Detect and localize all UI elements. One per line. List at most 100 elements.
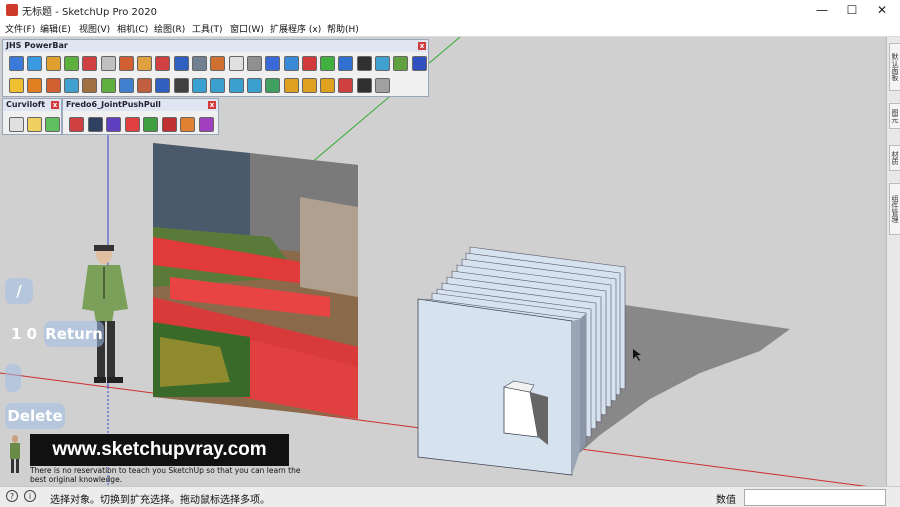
fredo-close-icon[interactable]: x xyxy=(208,101,216,109)
powerbar-tool-icon[interactable] xyxy=(27,78,43,93)
fredo-tool-icon[interactable] xyxy=(161,117,177,132)
menu-help[interactable]: 帮助(H) xyxy=(327,22,359,35)
fredo-jointpushpull-title: Fredo6_JointPushPull xyxy=(66,100,161,109)
powerbar-tool-icon[interactable] xyxy=(210,78,226,93)
window-title: 无标题 - SketchUp Pro 2020 xyxy=(22,7,157,18)
powerbar-tool-icon[interactable] xyxy=(192,56,207,71)
powerbar-tool-icon[interactable] xyxy=(63,78,79,93)
powerbar-tool-icon[interactable] xyxy=(228,78,244,93)
powerbar-tool-icon[interactable] xyxy=(118,56,134,71)
fin-stack[interactable] xyxy=(417,246,626,476)
powerbar-tool-icon[interactable] xyxy=(375,78,390,93)
menu-view[interactable]: 视图(V) xyxy=(79,22,110,35)
powerbar-tool-icon[interactable] xyxy=(338,56,354,71)
jhs-powerbar-close-icon[interactable]: x xyxy=(418,42,426,50)
curviloft-close-icon[interactable]: x xyxy=(51,101,59,109)
sketchup-logo-icon xyxy=(6,4,18,16)
tray-tab-components[interactable]: 组件管理 xyxy=(889,183,900,235)
fredo-tool-icon[interactable] xyxy=(124,117,140,132)
overlay-digits-key: 1 0 xyxy=(10,325,38,343)
tray-tab-default[interactable]: 默认面板 xyxy=(889,43,900,91)
menu-edit[interactable]: 编辑(E) xyxy=(40,22,71,35)
powerbar-tool-icon[interactable] xyxy=(173,78,189,93)
powerbar-tool-icon[interactable] xyxy=(137,56,153,71)
powerbar-tool-icon[interactable] xyxy=(137,78,153,93)
curviloft-path-icon[interactable] xyxy=(45,117,60,132)
powerbar-tool-icon[interactable] xyxy=(100,78,116,93)
powerbar-tool-icon[interactable] xyxy=(283,78,299,93)
default-tray: 默认面板 图元 材质 组件管理 xyxy=(886,37,900,486)
powerbar-tool-icon[interactable] xyxy=(301,56,317,71)
curviloft-loft-icon[interactable] xyxy=(9,117,24,132)
powerbar-tool-icon[interactable] xyxy=(356,56,372,71)
scale-figure xyxy=(10,435,20,473)
powerbar-tool-icon[interactable] xyxy=(210,56,226,71)
powerbar-tool-icon[interactable] xyxy=(393,56,409,71)
menu-window[interactable]: 窗口(W) xyxy=(230,22,264,35)
fredo-tool-icon[interactable] xyxy=(69,117,84,132)
tray-tab-materials[interactable]: 材质 xyxy=(889,145,900,171)
powerbar-tool-icon[interactable] xyxy=(155,78,171,93)
fredo-tool-icon[interactable] xyxy=(198,117,214,132)
powerbar-tool-icon[interactable] xyxy=(45,56,61,71)
help-icon[interactable]: ? xyxy=(6,490,18,502)
menu-extensions[interactable]: 扩展程序 (x) xyxy=(270,22,321,35)
powerbar-tool-icon[interactable] xyxy=(320,56,336,71)
powerbar-tool-icon[interactable] xyxy=(9,78,24,93)
fredo-tool-icon[interactable] xyxy=(180,117,195,132)
menu-draw[interactable]: 绘图(R) xyxy=(154,22,185,35)
menu-bar: 文件(F) 编辑(E) 视图(V) 相机(C) 绘图(R) 工具(T) 窗口(W… xyxy=(0,20,900,37)
fredo-tool-icon[interactable] xyxy=(143,117,158,132)
menu-file[interactable]: 文件(F) xyxy=(5,22,35,35)
powerbar-tool-icon[interactable] xyxy=(356,78,372,93)
banner-subtitle: There is no reservation to teach you Ske… xyxy=(30,466,301,484)
powerbar-tool-icon[interactable] xyxy=(155,56,171,71)
powerbar-tool-icon[interactable] xyxy=(246,78,262,93)
powerbar-tool-icon[interactable] xyxy=(265,78,281,93)
powerbar-tool-icon[interactable] xyxy=(82,56,98,71)
powerbar-tool-icon[interactable] xyxy=(283,56,299,71)
jhs-powerbar-toolbar[interactable]: JHS PowerBar x xyxy=(2,39,429,97)
human-figure[interactable] xyxy=(82,244,128,383)
fredo-tool-icon[interactable] xyxy=(87,117,103,132)
powerbar-tool-icon[interactable] xyxy=(45,78,61,93)
status-bar: ? i 选择对象。切换到扩充选择。拖动鼠标选择多项。 数值 xyxy=(0,486,900,507)
curviloft-skin-icon[interactable] xyxy=(27,117,42,132)
overlay-delete-key: Delete xyxy=(5,403,65,429)
title-bar: 无标题 - SketchUp Pro 2020 — ☐ ✕ xyxy=(0,0,900,20)
powerbar-tool-icon[interactable] xyxy=(246,56,262,71)
powerbar-tool-icon[interactable] xyxy=(265,56,281,71)
image-panel[interactable] xyxy=(153,143,358,419)
info-icon[interactable]: i xyxy=(24,490,36,502)
menu-camera[interactable]: 相机(C) xyxy=(117,22,148,35)
overlay-slash-key: / xyxy=(5,278,33,304)
maximize-button[interactable]: ☐ xyxy=(838,1,866,19)
powerbar-tool-icon[interactable] xyxy=(100,56,116,71)
powerbar-tool-icon[interactable] xyxy=(338,78,354,93)
measurements-input[interactable] xyxy=(744,489,886,506)
fredo-tool-icon[interactable] xyxy=(106,117,121,132)
powerbar-tool-icon[interactable] xyxy=(63,56,79,71)
powerbar-tool-icon[interactable] xyxy=(320,78,336,93)
powerbar-tool-icon[interactable] xyxy=(118,78,134,93)
menu-tools[interactable]: 工具(T) xyxy=(192,22,223,35)
powerbar-tool-icon[interactable] xyxy=(173,56,189,71)
powerbar-tool-icon[interactable] xyxy=(192,78,207,93)
powerbar-tool-icon[interactable] xyxy=(82,78,98,93)
powerbar-tool-icon[interactable] xyxy=(27,56,43,71)
powerbar-tool-icon[interactable] xyxy=(301,78,317,93)
status-text: 选择对象。切换到扩充选择。拖动鼠标选择多项。 xyxy=(50,495,270,506)
powerbar-tool-icon[interactable] xyxy=(411,56,427,71)
website-banner: www.sketchupvray.com xyxy=(30,434,289,466)
fredo-jointpushpull-toolbar[interactable]: Fredo6_JointPushPull x xyxy=(62,98,219,135)
close-button[interactable]: ✕ xyxy=(868,1,896,19)
front-fin[interactable] xyxy=(417,298,573,476)
tray-tab-entity[interactable]: 图元 xyxy=(889,103,900,129)
minimize-button[interactable]: — xyxy=(808,1,836,19)
powerbar-tool-icon[interactable] xyxy=(228,56,244,71)
overlay-return-key: Return xyxy=(44,321,104,347)
curviloft-toolbar[interactable]: Curviloft x xyxy=(2,98,62,135)
curviloft-title: Curviloft xyxy=(6,100,46,109)
powerbar-tool-icon[interactable] xyxy=(375,56,390,71)
powerbar-tool-icon[interactable] xyxy=(9,56,24,71)
